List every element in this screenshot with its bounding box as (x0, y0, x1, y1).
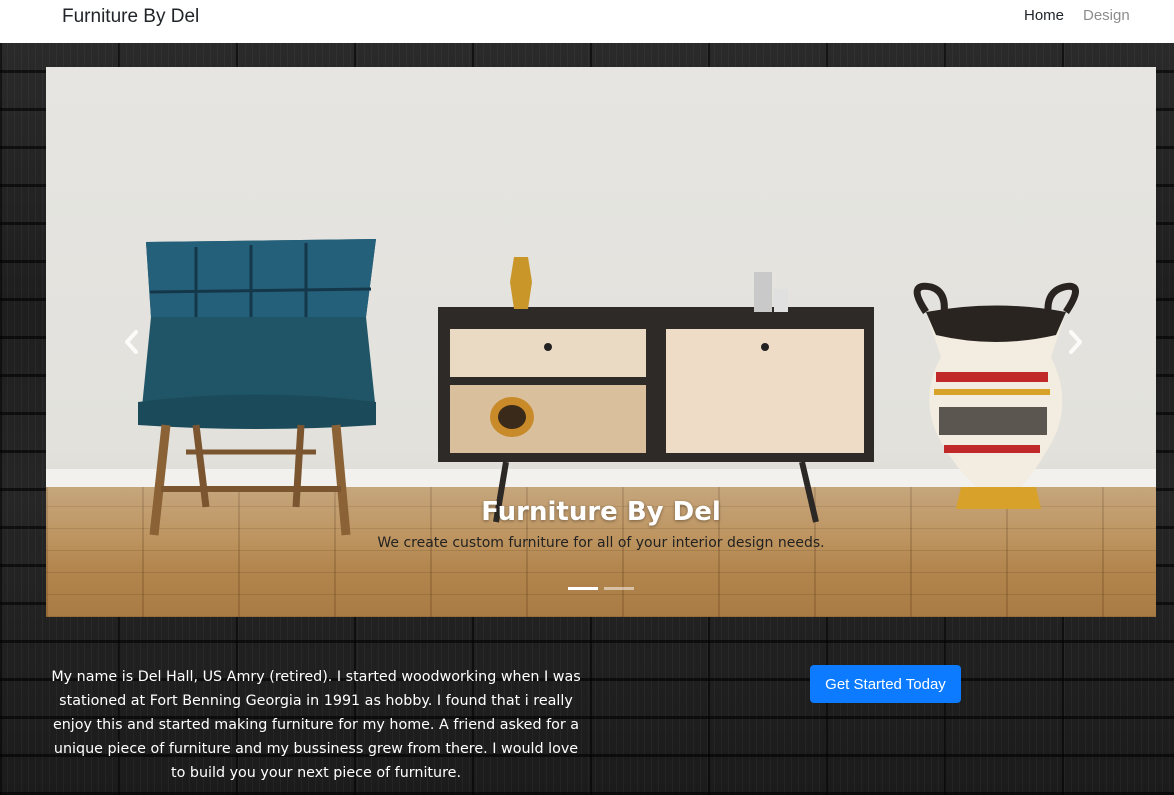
chevron-left-icon (125, 330, 138, 354)
navbar: Furniture By Del Home Design (0, 0, 1174, 43)
chevron-right-icon (1069, 330, 1082, 354)
nav-link-home[interactable]: Home (1024, 7, 1064, 24)
carousel-prev-button[interactable] (116, 322, 146, 362)
carousel-indicator-2[interactable] (604, 587, 634, 590)
carousel-indicators (568, 587, 634, 591)
amphora-illustration (913, 282, 1079, 509)
nav-link-design[interactable]: Design (1083, 7, 1130, 24)
caption-title: Furniture By Del (481, 497, 721, 527)
chair-illustration (138, 239, 376, 536)
sideboard-illustration (438, 257, 874, 523)
carousel-caption: Furniture By Del We create custom furnit… (46, 497, 1156, 551)
about-text: My name is Del Hall, US Amry (retired). … (51, 669, 581, 781)
carousel-indicator-1[interactable] (568, 587, 598, 590)
hero-carousel: Furniture By Del We create custom furnit… (46, 67, 1156, 617)
carousel-next-button[interactable] (1061, 322, 1091, 362)
get-started-button[interactable]: Get Started Today (810, 665, 961, 703)
caption-text: We create custom furniture for all of yo… (377, 535, 825, 551)
navbar-brand[interactable]: Furniture By Del (62, 6, 199, 28)
